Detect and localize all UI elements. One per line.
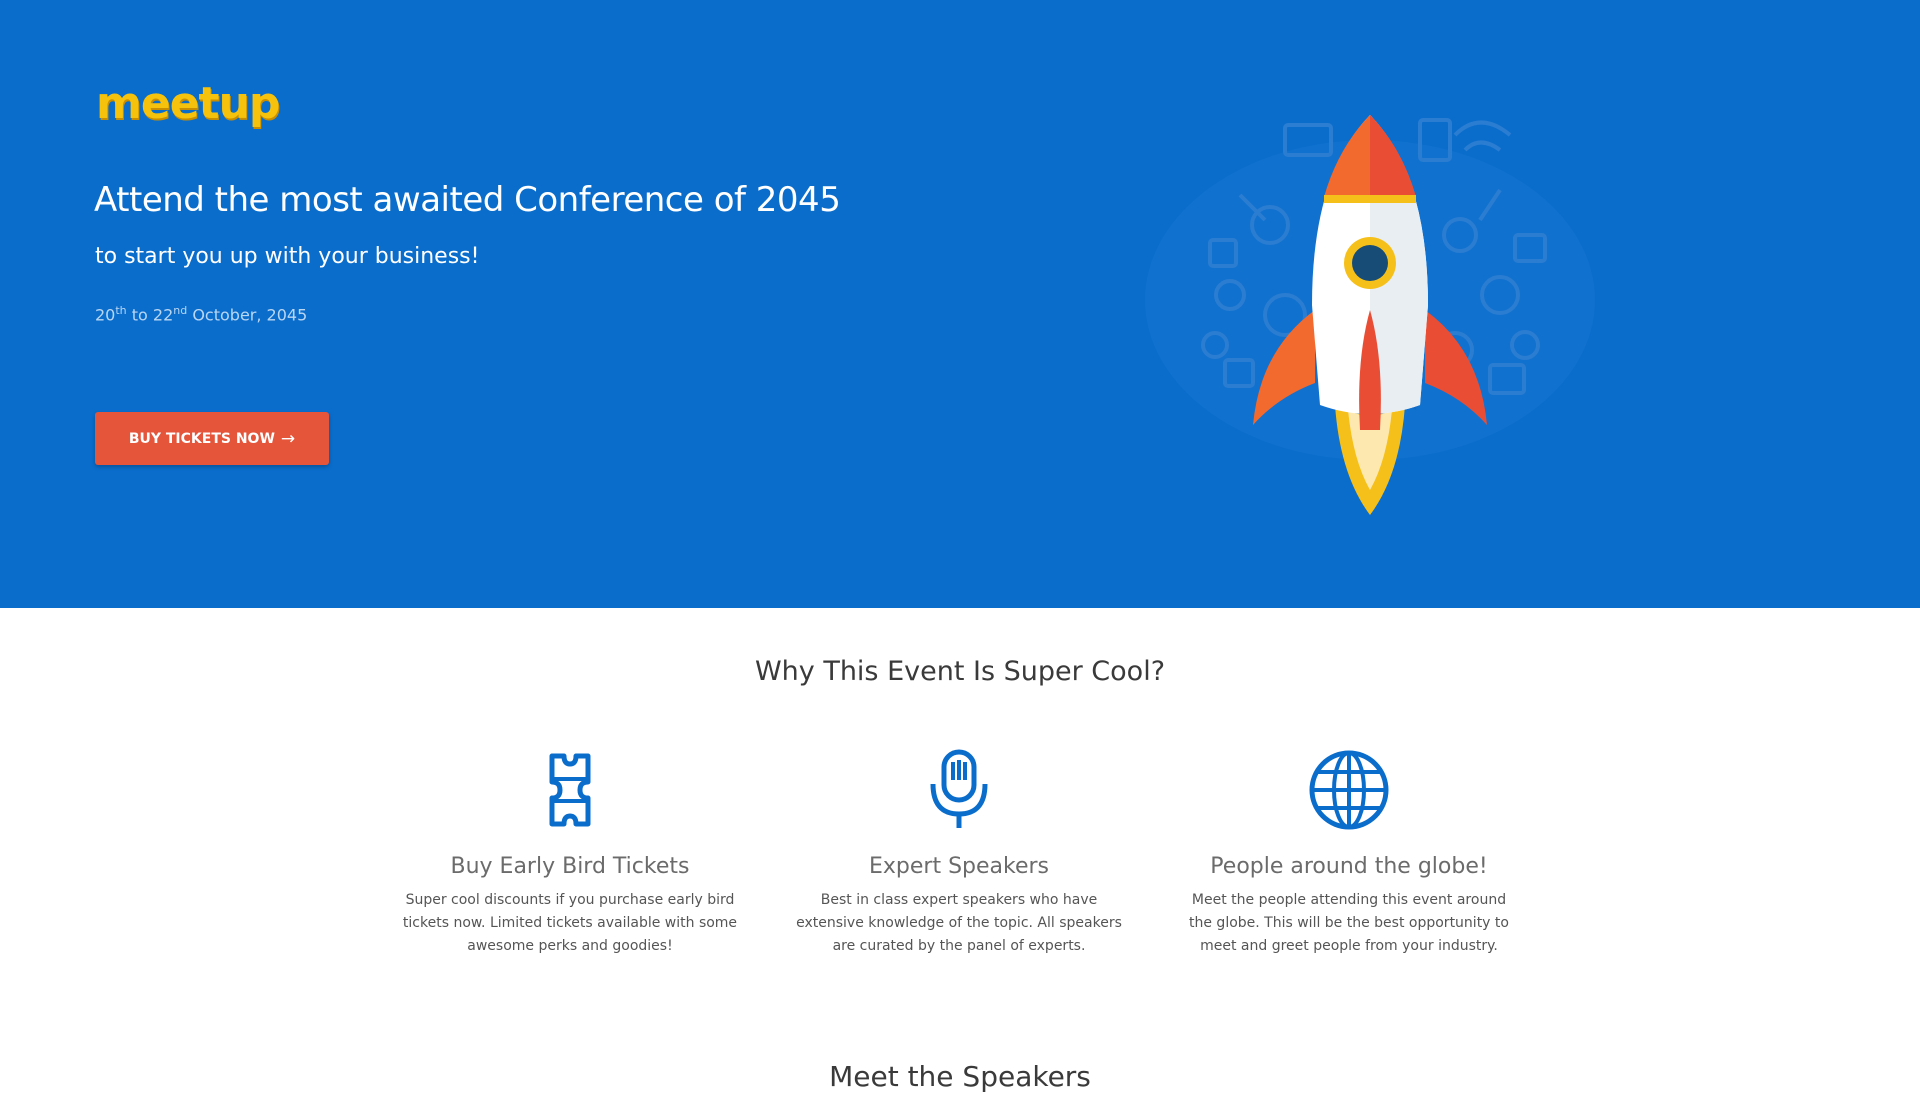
feature-title: People around the globe! bbox=[1210, 854, 1488, 879]
feature-title: Buy Early Bird Tickets bbox=[450, 854, 690, 879]
feature-description: Meet the people attending this event aro… bbox=[1189, 892, 1509, 954]
feature-expert-speakers: Expert Speakers Best in class expert spe… bbox=[789, 748, 1129, 958]
feature-early-bird: Buy Early Bird Tickets Super cool discou… bbox=[400, 748, 740, 958]
feature-description: Best in class expert speakers who have e… bbox=[796, 892, 1122, 954]
hero-section: meetup Attend the most awaited Conferenc… bbox=[0, 0, 1920, 608]
feature-title: Expert Speakers bbox=[868, 854, 1050, 879]
rocket-launch-illustration bbox=[1145, 115, 1595, 515]
date-month-year: October, 2045 bbox=[192, 305, 308, 325]
date-start-day: 20 bbox=[95, 305, 116, 325]
hero-title: Attend the most awaited Conference of 20… bbox=[94, 180, 841, 220]
feature-global-people: People around the globe! Meet the people… bbox=[1179, 748, 1519, 958]
meetup-logo[interactable]: meetup bbox=[96, 78, 280, 129]
event-date: 20th to 22nd October, 2045 bbox=[95, 304, 307, 324]
buy-tickets-label: BUY TICKETS NOW bbox=[128, 430, 275, 447]
microphone-icon bbox=[930, 749, 988, 828]
speakers-section-title: Meet the Speakers bbox=[829, 1060, 1091, 1093]
date-connector: to bbox=[131, 305, 148, 325]
arrow-right-icon: → bbox=[280, 428, 296, 449]
date-end-day: 22 bbox=[152, 305, 174, 325]
feature-description: Super cool discounts if you purchase ear… bbox=[402, 892, 738, 954]
globe-icon bbox=[1309, 750, 1389, 830]
hero-subtitle: to start you up with your business! bbox=[95, 244, 480, 269]
features-section-title: Why This Event Is Super Cool? bbox=[754, 656, 1166, 687]
ticket-icon bbox=[549, 753, 591, 827]
date-end-suffix: nd bbox=[173, 304, 188, 317]
buy-tickets-button[interactable]: BUY TICKETS NOW → bbox=[95, 412, 329, 465]
date-start-suffix: th bbox=[115, 304, 127, 317]
